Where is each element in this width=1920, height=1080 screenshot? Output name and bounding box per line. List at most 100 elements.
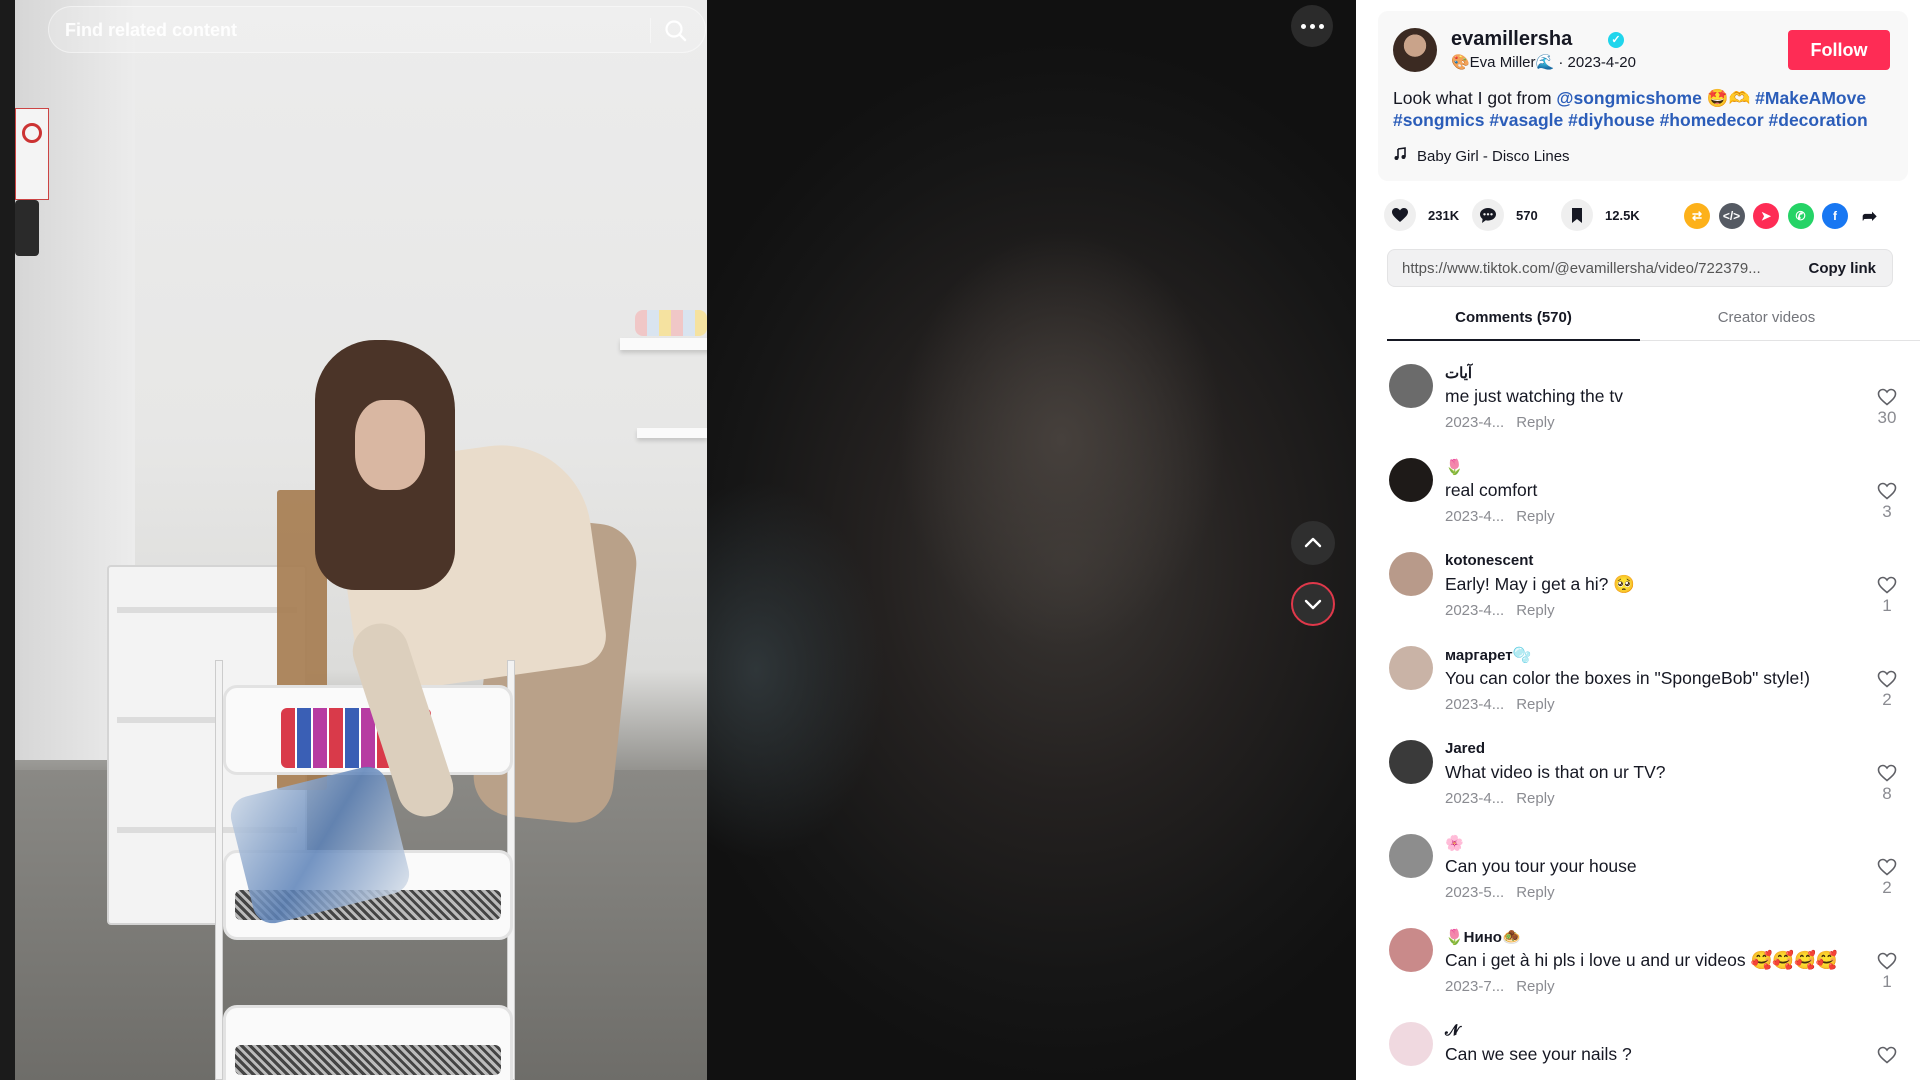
search-icon[interactable] — [663, 18, 689, 44]
comment-like-button[interactable]: 2 — [1872, 858, 1902, 898]
commenter-avatar[interactable] — [1389, 552, 1433, 596]
send-to-friends-icon[interactable]: ➤ — [1753, 203, 1779, 229]
comment-like-count: 8 — [1882, 784, 1892, 803]
commenter-name[interactable]: маргарет🫧 — [1445, 646, 1531, 664]
hashtag-link[interactable]: #vasagle — [1489, 110, 1563, 130]
embed-icon[interactable]: </> — [1718, 203, 1745, 229]
heart-outline-icon — [1877, 1046, 1897, 1064]
details-panel: evamillersha ✓ 🎨Eva Miller🌊 · 2023-4-20 … — [1356, 0, 1920, 1080]
commenter-name[interactable]: Jared — [1445, 740, 1485, 757]
commenter-name[interactable]: 🌸 — [1445, 834, 1464, 852]
comment-meta: 2023-4... Reply — [1445, 508, 1555, 525]
commenter-avatar[interactable] — [1389, 740, 1433, 784]
previous-video-button[interactable] — [1291, 521, 1335, 565]
save-count: 12.5K — [1605, 207, 1640, 223]
heart-outline-icon — [1877, 576, 1897, 594]
reply-button[interactable]: Reply — [1516, 790, 1554, 807]
comment-action[interactable]: 570 — [1472, 197, 1538, 233]
commenter-avatar[interactable] — [1389, 1022, 1433, 1066]
find-related-content-search[interactable]: Find related content — [48, 6, 706, 53]
comment-like-count: 1 — [1882, 972, 1892, 991]
comment-date: 2023-5... — [1445, 884, 1505, 901]
comment-item: Jared What video is that on ur TV? 2023-4.… — [1356, 726, 1920, 820]
whatsapp-icon[interactable]: ✆ — [1787, 203, 1814, 229]
creator-avatar[interactable] — [1393, 28, 1437, 72]
tab-creator-videos[interactable]: Creator videos — [1640, 309, 1893, 326]
hashtag-link[interactable]: #MakeAMove — [1755, 88, 1866, 108]
comment-meta: 2023-7... Reply — [1445, 978, 1555, 995]
heart-outline-icon — [1877, 764, 1897, 782]
search-divider — [650, 18, 651, 43]
comment-like-button[interactable]: 3 — [1872, 482, 1902, 522]
tab-comments[interactable]: Comments (570) — [1387, 309, 1640, 326]
video-player[interactable]: Find related content — [15, 0, 707, 1080]
copy-link-button[interactable]: Copy link — [1808, 260, 1876, 277]
comment-text: Can i get à hi pls i love u and ur video… — [1445, 950, 1838, 970]
commenter-avatar[interactable] — [1389, 458, 1433, 502]
comment-text: You can color the boxes in "SpongeBob" s… — [1445, 668, 1810, 688]
commenter-name[interactable]: kotonescent — [1445, 552, 1533, 569]
comment-item: 𝓝 Can we see your nails ? — [1356, 1008, 1920, 1080]
commenter-name[interactable]: آيات — [1445, 364, 1472, 382]
reply-button[interactable]: Reply — [1516, 696, 1554, 713]
commenter-name[interactable]: 🌷 — [1445, 458, 1464, 476]
hashtag-link[interactable]: #homedecor — [1660, 110, 1764, 130]
mention-link[interactable]: @songmicshome — [1556, 88, 1701, 108]
video-url[interactable]: https://www.tiktok.com/@evamillersha/vid… — [1402, 260, 1782, 277]
music-link[interactable]: Baby Girl - Disco Lines — [1393, 147, 1570, 165]
hashtag-link[interactable]: #decoration — [1769, 110, 1868, 130]
commenter-avatar[interactable] — [1389, 834, 1433, 878]
comment-like-button[interactable]: 30 — [1872, 388, 1902, 428]
app-root: Find related content evamillersha ✓ 🎨Eva… — [0, 0, 1920, 1080]
comment-item: 🌸 Can you tour your house 2023-5... Reply 2 — [1356, 820, 1920, 914]
wall-thermostat — [15, 200, 39, 256]
search-placeholder: Find related content — [65, 20, 238, 40]
commenter-name[interactable]: 🌷Нино🧆 — [1445, 928, 1521, 946]
commenter-name[interactable]: 𝓝 — [1445, 1022, 1459, 1039]
heart-outline-icon — [1877, 388, 1897, 406]
commenter-avatar[interactable] — [1389, 646, 1433, 690]
comment-meta: 2023-4... Reply — [1445, 414, 1555, 431]
reply-button[interactable]: Reply — [1516, 978, 1554, 995]
commenter-avatar[interactable] — [1389, 928, 1433, 972]
comment-text: Can you tour your house — [1445, 856, 1637, 876]
post-info-card: evamillersha ✓ 🎨Eva Miller🌊 · 2023-4-20 … — [1378, 11, 1908, 181]
comment-like-button[interactable]: 8 — [1872, 764, 1902, 804]
shelf-figurines — [635, 310, 707, 336]
comment-date: 2023-4... — [1445, 790, 1505, 807]
facebook-icon[interactable]: f — [1822, 203, 1848, 229]
comment-date: 2023-7... — [1445, 978, 1505, 995]
commenter-avatar[interactable] — [1389, 364, 1433, 408]
follow-button[interactable]: Follow — [1788, 30, 1890, 70]
repost-icon[interactable]: ⇄ — [1684, 203, 1710, 229]
like-action[interactable]: 231K — [1384, 197, 1459, 233]
reply-button[interactable]: Reply — [1516, 414, 1554, 431]
post-description: Look what I got from @songmicshome 🤩🫶 #M… — [1393, 87, 1893, 131]
comment-text: me just watching the tv — [1445, 386, 1623, 406]
wall-shelf — [620, 338, 707, 350]
comment-item: آيات me just watching the tv 2023-4... Repl… — [1356, 350, 1920, 444]
comment-like-button[interactable]: 1 — [1872, 576, 1902, 616]
comment-meta: 2023-4... Reply — [1445, 602, 1555, 619]
hashtag-link[interactable]: #songmics — [1393, 110, 1484, 130]
hashtag-link[interactable]: #diyhouse — [1568, 110, 1655, 130]
share-arrow-icon[interactable]: ➦ — [1857, 203, 1883, 229]
save-action[interactable]: 12.5K — [1561, 197, 1640, 233]
next-video-button[interactable] — [1291, 582, 1335, 626]
comment-like-count: 30 — [1877, 408, 1897, 427]
post-date: 2023-4-20 — [1567, 54, 1636, 71]
verified-badge-icon: ✓ — [1608, 32, 1624, 48]
comment-like-button[interactable]: 1 — [1872, 952, 1902, 992]
reply-button[interactable]: Reply — [1516, 602, 1554, 619]
comment-date: 2023-4... — [1445, 696, 1505, 713]
more-options-button[interactable] — [1291, 5, 1333, 47]
comment-item: kotonescent Early! May i get a hi? 🥺 2023-… — [1356, 538, 1920, 632]
reply-button[interactable]: Reply — [1516, 508, 1554, 525]
comment-like-button[interactable] — [1872, 1046, 1902, 1066]
comment-date: 2023-4... — [1445, 508, 1505, 525]
creator-username[interactable]: evamillersha — [1451, 28, 1572, 51]
reply-button[interactable]: Reply — [1516, 884, 1554, 901]
heart-outline-icon — [1877, 482, 1897, 500]
comment-like-button[interactable]: 2 — [1872, 670, 1902, 710]
comment-text: real comfort — [1445, 480, 1538, 500]
